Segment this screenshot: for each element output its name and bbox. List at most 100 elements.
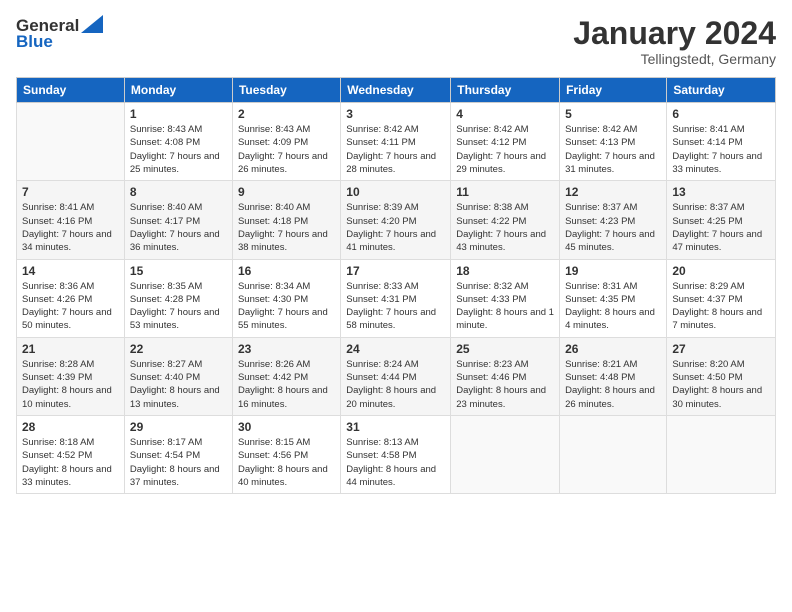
day-cell: 7Sunrise: 8:41 AMSunset: 4:16 PMDaylight… bbox=[17, 181, 125, 259]
day-number: 2 bbox=[238, 107, 335, 121]
week-row-2: 14Sunrise: 8:36 AMSunset: 4:26 PMDayligh… bbox=[17, 259, 776, 337]
day-number: 20 bbox=[672, 264, 770, 278]
title-area: January 2024 Tellingstedt, Germany bbox=[573, 16, 776, 67]
calendar: SundayMondayTuesdayWednesdayThursdayFrid… bbox=[16, 77, 776, 494]
day-number: 27 bbox=[672, 342, 770, 356]
logo-blue: Blue bbox=[16, 32, 53, 52]
day-cell: 6 Sunrise: 8:41 AMSunset: 4:14 PMDaylight… bbox=[667, 103, 776, 181]
day-cell bbox=[451, 415, 560, 493]
day-header-saturday: Saturday bbox=[667, 78, 776, 103]
day-number: 19 bbox=[565, 264, 661, 278]
day-info: Sunrise: 8:41 AMSunset: 4:16 PMDaylight:… bbox=[22, 201, 119, 254]
day-number: 6 bbox=[672, 107, 770, 121]
day-cell bbox=[667, 415, 776, 493]
day-cell: 24Sunrise: 8:24 AMSunset: 4:44 PMDayligh… bbox=[341, 337, 451, 415]
day-number: 23 bbox=[238, 342, 335, 356]
day-header-sunday: Sunday bbox=[17, 78, 125, 103]
week-row-3: 21 Sunrise: 8:28 AMSunset: 4:39 PMDayligh… bbox=[17, 337, 776, 415]
day-cell: 28Sunrise: 8:18 AMSunset: 4:52 PMDayligh… bbox=[17, 415, 125, 493]
day-cell: 26 Sunrise: 8:21 AMSunset: 4:48 PMDayligh… bbox=[560, 337, 667, 415]
day-number: 17 bbox=[346, 264, 445, 278]
header: General Blue January 2024 Tellingstedt, … bbox=[16, 16, 776, 67]
day-number: 8 bbox=[130, 185, 227, 199]
day-cell: 18Sunrise: 8:32 AMSunset: 4:33 PMDayligh… bbox=[451, 259, 560, 337]
day-number: 25 bbox=[456, 342, 554, 356]
day-cell: 15 Sunrise: 8:35 AMSunset: 4:28 PMDayligh… bbox=[124, 259, 232, 337]
day-number: 9 bbox=[238, 185, 335, 199]
logo-icon bbox=[81, 15, 103, 33]
day-info: Sunrise: 8:28 AMSunset: 4:39 PMDaylight:… bbox=[22, 358, 119, 411]
day-number: 16 bbox=[238, 264, 335, 278]
day-info: Sunrise: 8:40 AMSunset: 4:17 PMDaylight:… bbox=[130, 201, 227, 254]
day-cell: 8 Sunrise: 8:40 AMSunset: 4:17 PMDaylight… bbox=[124, 181, 232, 259]
day-info: Sunrise: 8:35 AMSunset: 4:28 PMDaylight:… bbox=[130, 280, 227, 333]
day-cell: 9 Sunrise: 8:40 AMSunset: 4:18 PMDaylight… bbox=[232, 181, 340, 259]
day-number: 15 bbox=[130, 264, 227, 278]
day-info: Sunrise: 8:37 AMSunset: 4:23 PMDaylight:… bbox=[565, 201, 661, 254]
day-cell: 21 Sunrise: 8:28 AMSunset: 4:39 PMDayligh… bbox=[17, 337, 125, 415]
day-cell: 1 Sunrise: 8:43 AMSunset: 4:08 PMDaylight… bbox=[124, 103, 232, 181]
day-cell: 22Sunrise: 8:27 AMSunset: 4:40 PMDayligh… bbox=[124, 337, 232, 415]
day-info: Sunrise: 8:43 AMSunset: 4:08 PMDaylight:… bbox=[130, 123, 227, 176]
day-info: Sunrise: 8:40 AMSunset: 4:18 PMDaylight:… bbox=[238, 201, 335, 254]
day-cell: 16 Sunrise: 8:34 AMSunset: 4:30 PMDayligh… bbox=[232, 259, 340, 337]
day-info: Sunrise: 8:42 AMSunset: 4:13 PMDaylight:… bbox=[565, 123, 661, 176]
week-row-0: 1 Sunrise: 8:43 AMSunset: 4:08 PMDaylight… bbox=[17, 103, 776, 181]
day-cell: 5 Sunrise: 8:42 AMSunset: 4:13 PMDaylight… bbox=[560, 103, 667, 181]
week-row-1: 7Sunrise: 8:41 AMSunset: 4:16 PMDaylight… bbox=[17, 181, 776, 259]
day-info: Sunrise: 8:15 AMSunset: 4:56 PMDaylight:… bbox=[238, 436, 335, 489]
day-number: 11 bbox=[456, 185, 554, 199]
day-info: Sunrise: 8:23 AMSunset: 4:46 PMDaylight:… bbox=[456, 358, 554, 411]
day-number: 5 bbox=[565, 107, 661, 121]
day-header-thursday: Thursday bbox=[451, 78, 560, 103]
page: General Blue January 2024 Tellingstedt, … bbox=[0, 0, 792, 612]
day-info: Sunrise: 8:18 AMSunset: 4:52 PMDaylight:… bbox=[22, 436, 119, 489]
day-cell: 2Sunrise: 8:43 AMSunset: 4:09 PMDaylight… bbox=[232, 103, 340, 181]
week-row-4: 28Sunrise: 8:18 AMSunset: 4:52 PMDayligh… bbox=[17, 415, 776, 493]
day-info: Sunrise: 8:42 AMSunset: 4:12 PMDaylight:… bbox=[456, 123, 554, 176]
day-info: Sunrise: 8:26 AMSunset: 4:42 PMDaylight:… bbox=[238, 358, 335, 411]
day-cell: 30 Sunrise: 8:15 AMSunset: 4:56 PMDayligh… bbox=[232, 415, 340, 493]
day-info: Sunrise: 8:37 AMSunset: 4:25 PMDaylight:… bbox=[672, 201, 770, 254]
day-cell bbox=[560, 415, 667, 493]
day-cell: 29Sunrise: 8:17 AMSunset: 4:54 PMDayligh… bbox=[124, 415, 232, 493]
day-info: Sunrise: 8:21 AMSunset: 4:48 PMDaylight:… bbox=[565, 358, 661, 411]
day-info: Sunrise: 8:33 AMSunset: 4:31 PMDaylight:… bbox=[346, 280, 445, 333]
day-info: Sunrise: 8:41 AMSunset: 4:14 PMDaylight:… bbox=[672, 123, 770, 176]
day-number: 21 bbox=[22, 342, 119, 356]
day-cell: 10Sunrise: 8:39 AMSunset: 4:20 PMDayligh… bbox=[341, 181, 451, 259]
logo: General Blue bbox=[16, 16, 103, 52]
day-number: 18 bbox=[456, 264, 554, 278]
day-info: Sunrise: 8:34 AMSunset: 4:30 PMDaylight:… bbox=[238, 280, 335, 333]
day-number: 31 bbox=[346, 420, 445, 434]
day-info: Sunrise: 8:38 AMSunset: 4:22 PMDaylight:… bbox=[456, 201, 554, 254]
day-cell: 14Sunrise: 8:36 AMSunset: 4:26 PMDayligh… bbox=[17, 259, 125, 337]
day-number: 29 bbox=[130, 420, 227, 434]
day-cell: 19Sunrise: 8:31 AMSunset: 4:35 PMDayligh… bbox=[560, 259, 667, 337]
day-cell: 31 Sunrise: 8:13 AMSunset: 4:58 PMDayligh… bbox=[341, 415, 451, 493]
day-number: 30 bbox=[238, 420, 335, 434]
day-cell: 17 Sunrise: 8:33 AMSunset: 4:31 PMDayligh… bbox=[341, 259, 451, 337]
day-cell: 13Sunrise: 8:37 AMSunset: 4:25 PMDayligh… bbox=[667, 181, 776, 259]
day-cell: 4 Sunrise: 8:42 AMSunset: 4:12 PMDaylight… bbox=[451, 103, 560, 181]
day-info: Sunrise: 8:20 AMSunset: 4:50 PMDaylight:… bbox=[672, 358, 770, 411]
day-cell bbox=[17, 103, 125, 181]
day-header-tuesday: Tuesday bbox=[232, 78, 340, 103]
day-number: 1 bbox=[130, 107, 227, 121]
day-info: Sunrise: 8:42 AMSunset: 4:11 PMDaylight:… bbox=[346, 123, 445, 176]
day-info: Sunrise: 8:29 AMSunset: 4:37 PMDaylight:… bbox=[672, 280, 770, 333]
day-cell: 3 Sunrise: 8:42 AMSunset: 4:11 PMDaylight… bbox=[341, 103, 451, 181]
day-number: 3 bbox=[346, 107, 445, 121]
day-number: 4 bbox=[456, 107, 554, 121]
day-number: 26 bbox=[565, 342, 661, 356]
day-header-wednesday: Wednesday bbox=[341, 78, 451, 103]
day-number: 12 bbox=[565, 185, 661, 199]
header-row: SundayMondayTuesdayWednesdayThursdayFrid… bbox=[17, 78, 776, 103]
day-cell: 27 Sunrise: 8:20 AMSunset: 4:50 PMDayligh… bbox=[667, 337, 776, 415]
day-header-monday: Monday bbox=[124, 78, 232, 103]
day-cell: 20 Sunrise: 8:29 AMSunset: 4:37 PMDayligh… bbox=[667, 259, 776, 337]
day-header-friday: Friday bbox=[560, 78, 667, 103]
month-title: January 2024 bbox=[573, 16, 776, 51]
day-info: Sunrise: 8:13 AMSunset: 4:58 PMDaylight:… bbox=[346, 436, 445, 489]
day-info: Sunrise: 8:36 AMSunset: 4:26 PMDaylight:… bbox=[22, 280, 119, 333]
